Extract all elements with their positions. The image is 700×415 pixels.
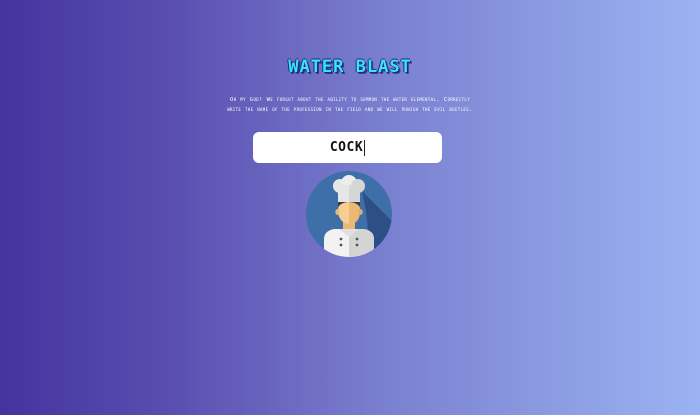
text-caret [364,139,366,156]
answer-input[interactable]: COCK [253,132,442,163]
chef-icon [306,171,392,257]
answer-value: COCK [329,140,364,155]
game-title: WATER BLAST [288,57,412,77]
game-screen: WATER BLAST Oh my God! We forgot about t… [0,0,700,415]
chef-avatar [306,171,392,257]
instructions-text: Oh my God! We forgot about the ability t… [227,97,473,113]
